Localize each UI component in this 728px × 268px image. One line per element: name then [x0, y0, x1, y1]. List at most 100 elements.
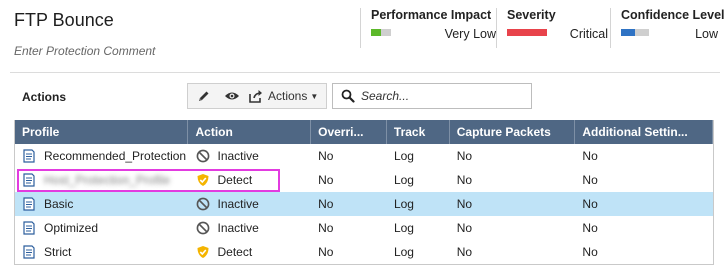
action-cell-text: Inactive	[217, 221, 259, 235]
profile-cell: Host_Protection_Profile	[15, 168, 189, 192]
view-button[interactable]	[220, 84, 244, 108]
action-cell: Detect	[189, 168, 312, 192]
severity-label: Severity	[507, 8, 556, 22]
confidence-level-metric: Confidence Level Low	[610, 8, 725, 48]
additional-settings-cell: No	[575, 192, 713, 216]
additional-settings-cell-text: No	[582, 173, 598, 187]
profile-cell: Optimized	[15, 216, 189, 240]
profile-cell-text: Basic	[44, 197, 74, 211]
column-header-additional-settings[interactable]: Additional Settin...	[575, 120, 713, 144]
performance-impact-metric: Performance Impact Very Low	[360, 8, 496, 48]
action-cell: Inactive	[189, 216, 312, 240]
column-header-profile[interactable]: Profile	[15, 120, 189, 144]
additional-settings-cell-text: No	[582, 149, 598, 163]
table-body: Recommended_Protection Inactive No Log No No H…	[15, 144, 713, 264]
action-cell-text: Detect	[217, 173, 253, 187]
track-cell: Log	[387, 192, 450, 216]
override-cell: No	[311, 144, 387, 168]
column-header-track[interactable]: Track	[387, 120, 450, 144]
profile-icon	[23, 221, 35, 235]
action-cell: Detect	[189, 240, 312, 264]
additional-settings-cell: No	[575, 144, 713, 168]
eye-icon	[225, 92, 239, 100]
pencil-icon	[199, 91, 209, 101]
profile-icon	[23, 173, 35, 187]
additional-settings-cell: No	[575, 168, 713, 192]
profile-cell: Strict	[15, 240, 189, 264]
action-cell-text: Detect	[217, 245, 253, 259]
chevron-down-icon: ▼	[310, 91, 319, 101]
profiles-table: Profile Action Overri... Track Capture P…	[14, 120, 714, 265]
table-row[interactable]: Strict Detect No Log No No	[15, 240, 713, 264]
capture-packets-cell-text: No	[456, 197, 473, 211]
action-cell-text: Inactive	[217, 197, 259, 211]
confidence-level-label: Confidence Level	[621, 8, 725, 22]
profile-cell-text: Strict	[44, 245, 72, 259]
detect-shield-icon	[197, 246, 208, 258]
page-title: FTP Bounce	[14, 10, 114, 30]
column-header-capture-packets[interactable]: Capture Packets	[450, 120, 576, 144]
capture-packets-cell: No	[450, 192, 576, 216]
track-cell-text: Log	[393, 245, 414, 259]
track-cell-text: Log	[393, 149, 414, 163]
edit-button[interactable]	[192, 84, 216, 108]
profile-cell: Recommended_Protection	[15, 144, 189, 168]
profile-icon	[23, 149, 35, 163]
table-row[interactable]: Optimized Inactive No Log No No	[15, 216, 713, 240]
additional-settings-cell-text: No	[582, 221, 598, 235]
override-cell-text: No	[318, 149, 334, 163]
capture-packets-cell: No	[450, 168, 576, 192]
severity-value: Critical	[569, 27, 608, 41]
profile-cell: Basic	[15, 192, 189, 216]
additional-settings-cell-text: No	[582, 197, 598, 211]
capture-packets-cell-text: No	[456, 221, 473, 235]
track-cell-text: Log	[393, 173, 414, 187]
profile-cell-text: Recommended_Protection	[44, 149, 187, 163]
severity-metric: Severity Critical	[496, 8, 608, 48]
search-box[interactable]	[332, 83, 532, 109]
table-row[interactable]: Basic Inactive No Log No No	[15, 192, 713, 216]
search-input[interactable]	[361, 87, 527, 105]
confidence-level-bar	[621, 29, 635, 36]
profile-icon	[23, 197, 35, 211]
additional-settings-cell-text: No	[582, 245, 598, 259]
capture-packets-cell: No	[450, 240, 576, 264]
action-toolbar: Actions ▼	[187, 83, 327, 109]
override-cell-text: No	[318, 245, 334, 259]
performance-impact-label: Performance Impact	[371, 8, 492, 22]
search-icon	[341, 89, 355, 103]
table-row[interactable]: Host_Protection_Profile Detect No Log No No	[15, 168, 713, 192]
profile-icon	[23, 245, 35, 259]
severity-bar	[507, 29, 547, 36]
override-cell-text: No	[318, 221, 334, 235]
protection-comment-field[interactable]: Enter Protection Comment	[14, 44, 155, 58]
override-cell: No	[311, 192, 387, 216]
column-header-override[interactable]: Overri...	[311, 120, 387, 144]
export-icon	[249, 90, 262, 103]
profile-cell-text: Host_Protection_Profile	[44, 173, 171, 187]
inactive-circle-icon	[196, 197, 209, 211]
capture-packets-cell: No	[450, 216, 576, 240]
table-row[interactable]: Recommended_Protection Inactive No Log No No	[15, 144, 713, 168]
override-cell-text: No	[318, 173, 334, 187]
capture-packets-cell-text: No	[456, 149, 473, 163]
actions-dropdown-button[interactable]: Actions ▼	[248, 84, 326, 108]
track-cell: Log	[387, 168, 450, 192]
track-cell: Log	[387, 216, 450, 240]
track-cell-text: Log	[393, 197, 414, 211]
toolbar-divider	[10, 72, 720, 73]
override-cell-text: No	[318, 197, 334, 211]
additional-settings-cell: No	[575, 216, 713, 240]
inactive-circle-icon	[196, 221, 209, 235]
action-cell-text: Inactive	[217, 149, 259, 163]
performance-impact-bar	[371, 29, 381, 36]
performance-impact-value: Very Low	[444, 27, 496, 41]
capture-packets-cell: No	[450, 144, 576, 168]
column-header-action[interactable]: Action	[188, 120, 312, 144]
track-cell-text: Log	[393, 221, 414, 235]
capture-packets-cell-text: No	[456, 173, 473, 187]
additional-settings-cell: No	[575, 240, 713, 264]
detect-shield-icon	[197, 174, 208, 186]
table-header: Profile Action Overri... Track Capture P…	[15, 120, 713, 144]
override-cell: No	[311, 216, 387, 240]
